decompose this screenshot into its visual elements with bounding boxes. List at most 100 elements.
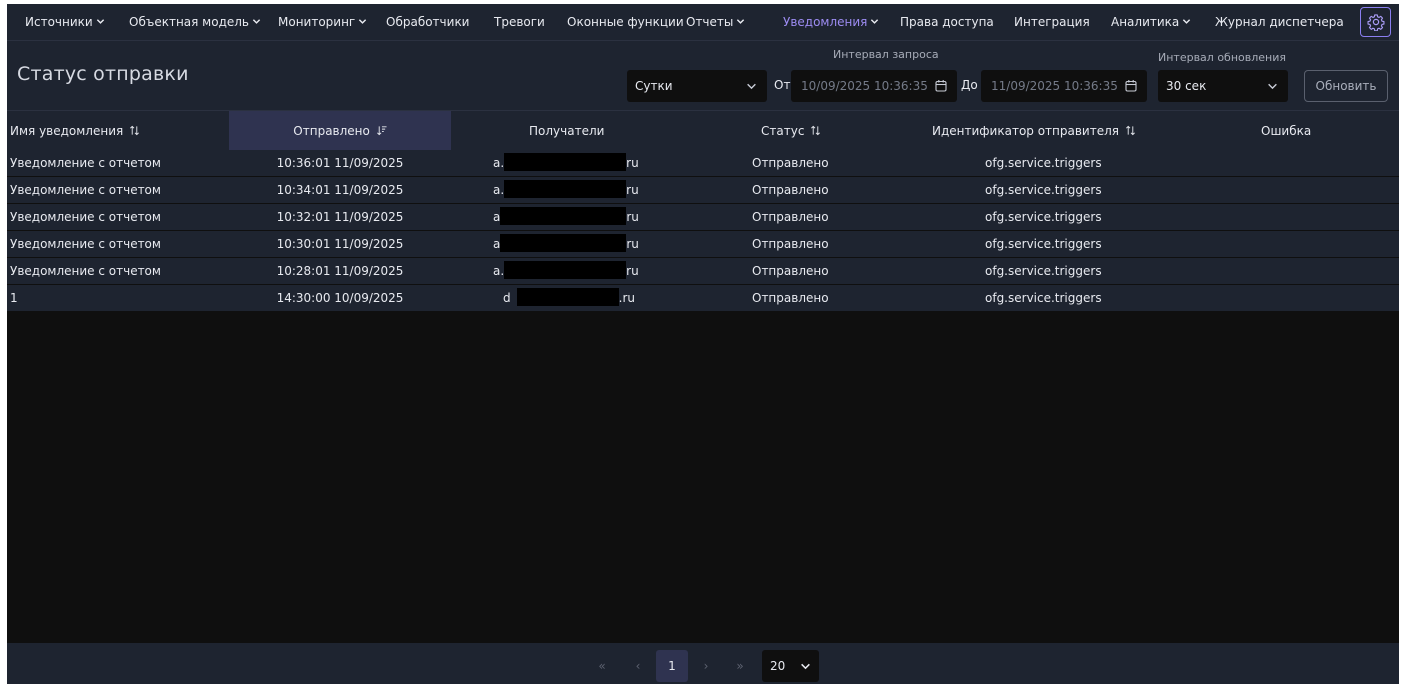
prev-page-button[interactable]: ‹: [627, 650, 649, 682]
nav-item-label: Журнал диспетчера: [1215, 15, 1344, 29]
redaction-bar: [504, 261, 627, 279]
recipient-suffix: ru: [626, 237, 639, 251]
nav-item-integration[interactable]: Интеграция: [1014, 4, 1090, 40]
table-row[interactable]: Уведомление с отчетом 10:30:01 11/09/202…: [7, 231, 1399, 258]
nav-item-reports[interactable]: Отчеты: [686, 4, 745, 40]
nav-item-label: Интеграция: [1014, 15, 1090, 29]
nav-item-window-functions[interactable]: Оконные функции: [567, 4, 684, 40]
nav-item-sources[interactable]: Источники: [25, 4, 105, 40]
recipient-prefix: d: [503, 291, 511, 305]
cell-recipients: a ru: [493, 231, 639, 257]
from-label: От: [774, 78, 791, 92]
nav-item-label: Объектная модель: [129, 15, 249, 29]
redaction-bar: [500, 234, 627, 252]
to-label: До: [961, 78, 978, 92]
cell-status: Отправлено: [752, 156, 829, 170]
cell-status: Отправлено: [752, 237, 829, 251]
cell-sent: 10:36:01 11/09/2025: [276, 156, 404, 170]
to-date-field[interactable]: 11/09/2025 10:36:35: [981, 70, 1147, 102]
column-header-label: Получатели: [529, 124, 605, 138]
redaction-bar: [516, 288, 619, 306]
table-row[interactable]: Уведомление с отчетом 10:34:01 11/09/202…: [7, 177, 1399, 204]
next-page-button[interactable]: ›: [695, 650, 717, 682]
nav-item-label: Источники: [25, 15, 93, 29]
from-date-field[interactable]: 10/09/2025 10:36:35: [791, 70, 957, 102]
chevron-down-icon: [1183, 18, 1191, 24]
sort-both-icon: [130, 125, 140, 136]
page-button-current[interactable]: 1: [656, 650, 688, 682]
nav-item-object-model[interactable]: Объектная модель: [129, 4, 261, 40]
gear-icon: [1366, 14, 1385, 31]
query-interval-label: Интервал запроса: [833, 48, 939, 61]
cell-notification-name: Уведомление с отчетом: [10, 264, 161, 278]
cell-sender-id: ofg.service.triggers: [985, 291, 1102, 305]
cell-recipients: a ru: [493, 204, 639, 230]
nav-item-access-rights[interactable]: Права доступа: [900, 4, 994, 40]
top-navigation: Источники Объектная модель Мониторинг Об…: [7, 4, 1399, 40]
recipient-suffix: ru: [626, 183, 639, 197]
refresh-button[interactable]: Обновить: [1304, 70, 1388, 102]
column-header-error[interactable]: Ошибка: [1261, 111, 1311, 151]
refresh-interval-select[interactable]: 30 сек: [1158, 70, 1288, 102]
nav-item-label: Оконные функции: [567, 15, 684, 29]
period-select[interactable]: Сутки: [627, 70, 767, 102]
cell-recipients: a. ru: [493, 258, 639, 284]
page-size-select[interactable]: 20: [762, 650, 819, 682]
chevron-down-icon: [359, 18, 367, 24]
from-date-value: 10/09/2025 10:36:35: [801, 79, 928, 93]
cell-sent: 10:32:01 11/09/2025: [276, 210, 404, 224]
column-header-sender-id[interactable]: Идентификатор отправителя: [932, 111, 1136, 151]
nav-item-label: Отчеты: [686, 15, 734, 29]
pagination-bar: « ‹ 1 › » 20: [7, 643, 1399, 684]
nav-item-analytics[interactable]: Аналитика: [1111, 4, 1191, 40]
column-header-status[interactable]: Статус: [761, 111, 821, 151]
column-header-label: Идентификатор отправителя: [932, 124, 1119, 138]
calendar-icon: [935, 80, 947, 92]
table-body: Уведомление с отчетом 10:36:01 11/09/202…: [7, 150, 1399, 312]
cell-sent: 14:30:00 10/09/2025: [276, 291, 404, 305]
recipient-prefix: a.: [493, 264, 505, 278]
cell-status: Отправлено: [752, 183, 829, 197]
table-row[interactable]: Уведомление с отчетом 10:32:01 11/09/202…: [7, 204, 1399, 231]
redaction-bar: [504, 153, 627, 171]
cell-recipients: d .ru: [503, 285, 635, 311]
cell-sender-id: ofg.service.triggers: [985, 156, 1102, 170]
recipient-prefix: a: [493, 210, 501, 224]
redaction-bar: [504, 180, 627, 198]
cell-sender-id: ofg.service.triggers: [985, 237, 1102, 251]
cell-sent: 10:30:01 11/09/2025: [276, 237, 404, 251]
first-page-button[interactable]: «: [591, 650, 613, 682]
nav-item-dispatcher-log[interactable]: Журнал диспетчера: [1215, 4, 1344, 40]
chevron-down-icon: [801, 663, 810, 670]
nav-item-label: Мониторинг: [278, 15, 356, 29]
recipient-prefix: a: [493, 237, 501, 251]
column-header-sent[interactable]: Отправлено: [229, 111, 451, 151]
recipient-suffix: ru: [626, 156, 639, 170]
table-row[interactable]: Уведомление с отчетом 10:36:01 11/09/202…: [7, 150, 1399, 177]
recipient-suffix: .ru: [618, 291, 635, 305]
nav-item-alarms[interactable]: Тревоги: [494, 4, 545, 40]
table-row[interactable]: Уведомление с отчетом 10:28:01 11/09/202…: [7, 258, 1399, 285]
column-header-notification-name[interactable]: Имя уведомления: [10, 111, 140, 151]
nav-item-label: Права доступа: [900, 15, 994, 29]
column-header-recipients[interactable]: Получатели: [529, 111, 604, 151]
cell-notification-name: Уведомление с отчетом: [10, 183, 161, 197]
column-header-label: Имя уведомления: [10, 124, 124, 138]
column-header-label: Ошибка: [1261, 124, 1312, 138]
nav-item-handlers[interactable]: Обработчики: [386, 4, 469, 40]
refresh-interval-label: Интервал обновления: [1158, 51, 1287, 64]
cell-status: Отправлено: [752, 291, 829, 305]
table-row[interactable]: 1 14:30:00 10/09/2025 d .ru Отправлено of…: [7, 285, 1399, 312]
cell-sender-id: ofg.service.triggers: [985, 264, 1102, 278]
nav-item-monitoring[interactable]: Мониторинг: [278, 4, 367, 40]
cell-recipients: a. ru: [493, 177, 639, 203]
to-date-value: 11/09/2025 10:36:35: [991, 79, 1118, 93]
settings-button[interactable]: [1360, 7, 1391, 37]
table-header: Имя уведомления Отправлено Получатели Ст…: [7, 110, 1399, 151]
calendar-icon: [1125, 80, 1137, 92]
cell-notification-name: 1: [10, 291, 18, 305]
cell-notification-name: Уведомление с отчетом: [10, 237, 161, 251]
last-page-button[interactable]: »: [729, 650, 751, 682]
page-title: Статус отправки: [17, 63, 189, 85]
nav-item-notifications[interactable]: Уведомления: [783, 4, 879, 40]
